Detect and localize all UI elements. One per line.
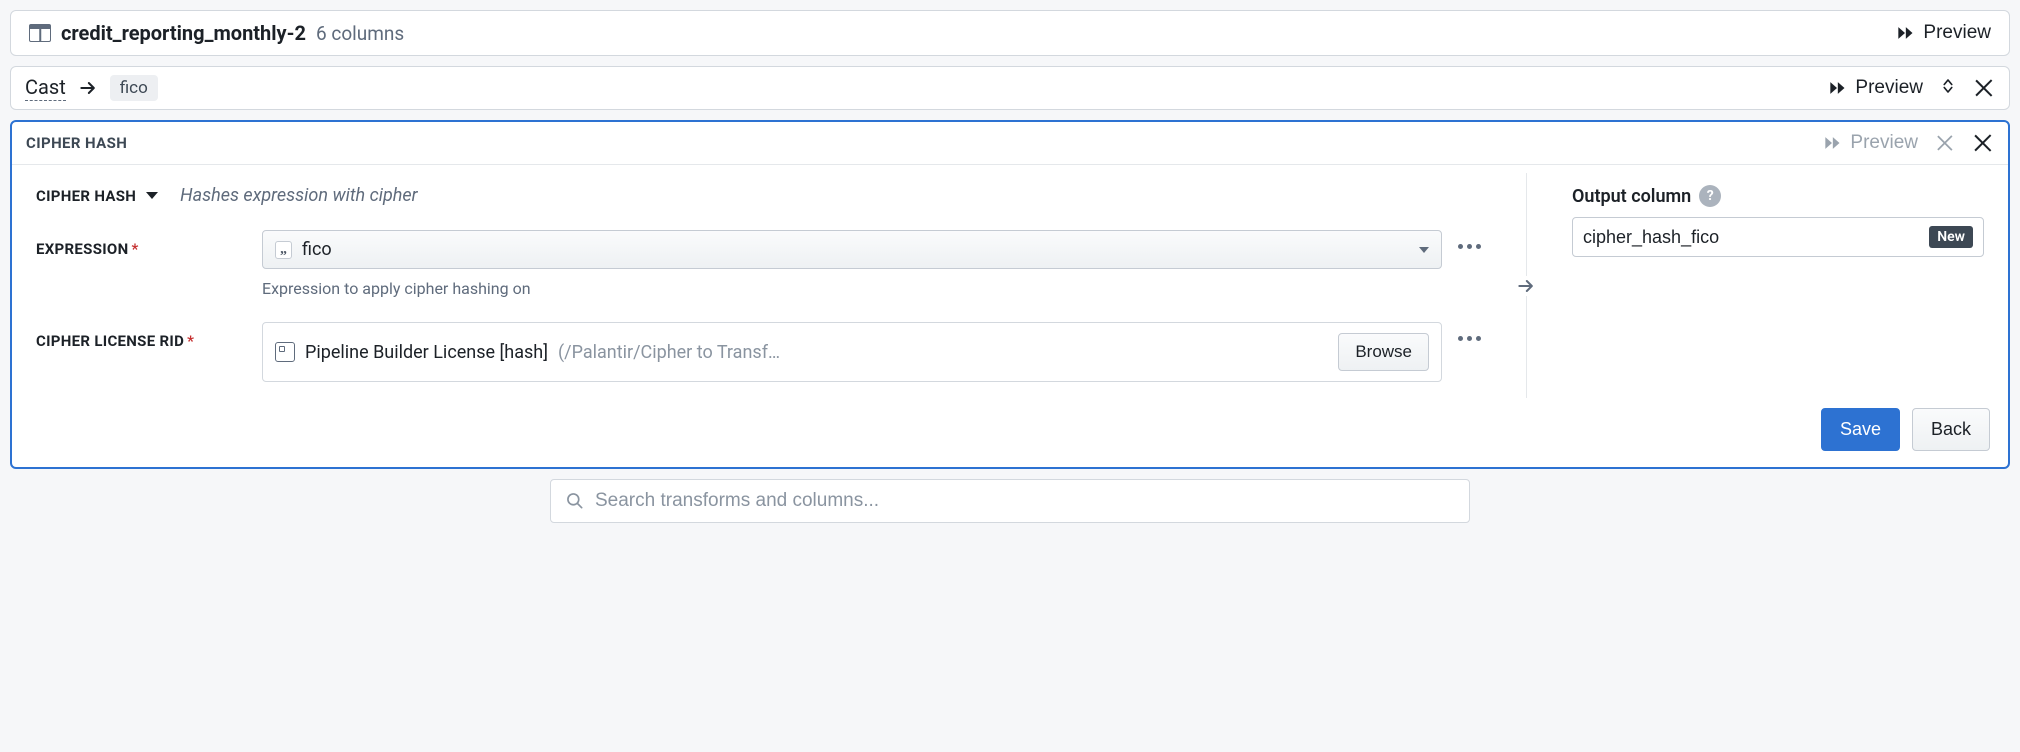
license-name: Pipeline Builder License [hash] bbox=[305, 342, 548, 363]
close-icon[interactable] bbox=[1972, 132, 1994, 154]
chevron-down-icon bbox=[146, 192, 158, 199]
dataset-name: credit_reporting_monthly-2 bbox=[61, 21, 306, 45]
fast-forward-icon bbox=[1827, 78, 1847, 98]
close-icon[interactable] bbox=[1973, 77, 1995, 99]
output-column-label: Output column bbox=[1572, 186, 1691, 207]
arrow-right-icon bbox=[78, 78, 98, 98]
license-more-menu[interactable] bbox=[1458, 322, 1498, 341]
cast-row: Cast fico Preview bbox=[10, 66, 2010, 110]
cipher-preview-button[interactable]: Preview bbox=[1822, 132, 1918, 154]
output-column-input[interactable] bbox=[1583, 227, 1919, 248]
search-icon bbox=[565, 491, 585, 511]
chevron-down-icon bbox=[1419, 247, 1429, 253]
string-type-icon: „ bbox=[275, 241, 292, 259]
license-label: CIPHER LICENSE RID* bbox=[36, 322, 246, 350]
cast-label[interactable]: Cast bbox=[25, 75, 66, 101]
fast-forward-icon bbox=[1895, 23, 1915, 43]
expression-value: fico bbox=[302, 239, 332, 260]
output-column-field: New bbox=[1572, 217, 1984, 257]
panel-title: CIPHER HASH bbox=[26, 134, 127, 152]
function-description: Hashes expression with cipher bbox=[180, 185, 417, 206]
expression-help: Expression to apply cipher hashing on bbox=[262, 279, 1442, 298]
back-button[interactable]: Back bbox=[1912, 408, 1990, 451]
dataset-header: credit_reporting_monthly-2 6 columns Pre… bbox=[10, 10, 2010, 56]
arrow-right-icon bbox=[1516, 276, 1536, 296]
cipher-hash-panel: CIPHER HASH Preview CIPHER HASH Hashes e… bbox=[10, 120, 2010, 469]
preview-label: Preview bbox=[1850, 132, 1918, 154]
save-button[interactable]: Save bbox=[1821, 408, 1900, 451]
function-name: CIPHER HASH bbox=[36, 187, 136, 205]
expand-collapse-icon[interactable] bbox=[1939, 77, 1957, 99]
browse-button[interactable]: Browse bbox=[1338, 333, 1429, 371]
cipher-panel-header: CIPHER HASH Preview bbox=[12, 122, 2008, 165]
fast-forward-icon bbox=[1822, 133, 1842, 153]
preview-label: Preview bbox=[1855, 77, 1923, 99]
license-path: (/Palantir/Cipher to Transf… bbox=[558, 342, 780, 363]
cast-column-chip[interactable]: fico bbox=[110, 75, 158, 101]
column-count: 6 columns bbox=[316, 22, 404, 45]
license-icon bbox=[275, 342, 295, 362]
preview-label: Preview bbox=[1923, 22, 1991, 44]
expression-select[interactable]: „ fico bbox=[262, 230, 1442, 269]
function-selector[interactable]: CIPHER HASH Hashes expression with ciphe… bbox=[36, 185, 1498, 206]
search-input[interactable] bbox=[595, 490, 1455, 512]
help-icon[interactable]: ? bbox=[1699, 185, 1721, 207]
new-badge: New bbox=[1929, 226, 1973, 248]
dataset-preview-button[interactable]: Preview bbox=[1895, 22, 1991, 44]
expression-more-menu[interactable] bbox=[1458, 230, 1498, 249]
license-picker: Pipeline Builder License [hash] (/Palant… bbox=[262, 322, 1442, 382]
cast-preview-button[interactable]: Preview bbox=[1827, 77, 1923, 99]
collapse-icon[interactable] bbox=[1935, 133, 1955, 153]
search-bar bbox=[550, 479, 1470, 523]
table-icon bbox=[29, 24, 51, 42]
expression-label: EXPRESSION* bbox=[36, 230, 246, 258]
